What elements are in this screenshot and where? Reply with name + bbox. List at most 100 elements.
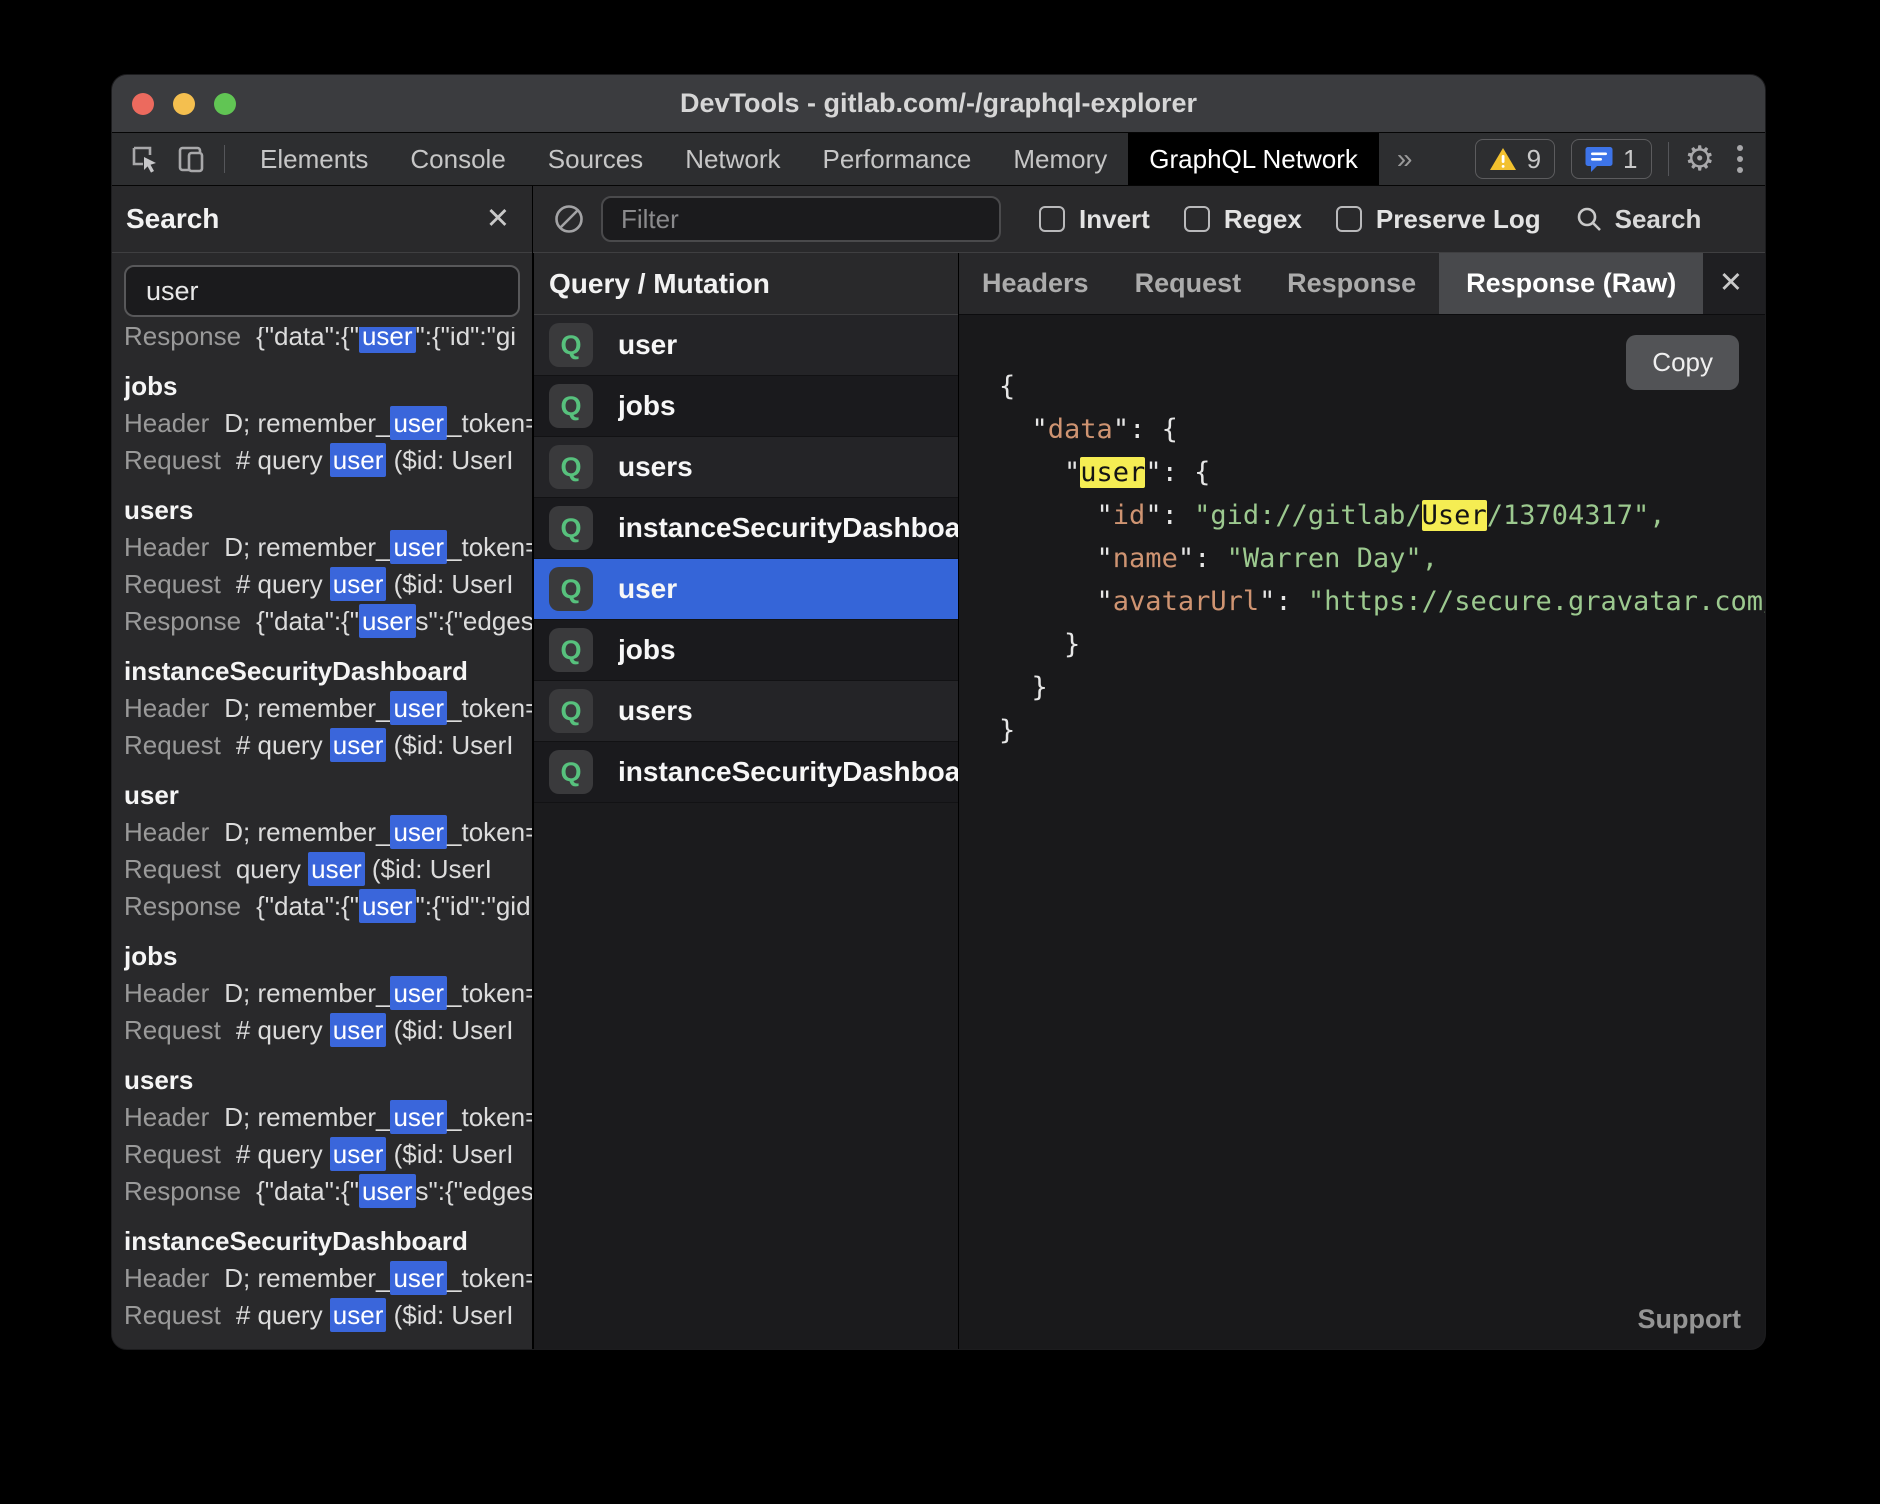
close-detail-icon[interactable]: ✕ (1719, 269, 1743, 298)
devtools-tab[interactable]: Elements (239, 133, 389, 185)
devtools-tab[interactable]: Sources (527, 133, 664, 185)
query-row[interactable]: Q instanceSecurityDashboard (534, 742, 958, 803)
inspect-element-icon[interactable] (130, 144, 160, 174)
result-text: {"data":{"user":{"id":"gid (256, 891, 530, 922)
json-line: "avatarUrl": "https://secure.gravatar.co… (999, 580, 1765, 623)
search-result-line[interactable]: Response {"data":{"users":{"edges (124, 1173, 532, 1210)
detail-tabs: HeadersRequestResponseResponse (Raw) ✕ (959, 253, 1765, 315)
issues-badge[interactable]: 1 (1571, 139, 1651, 179)
query-type-badge: Q (549, 445, 593, 489)
result-text: # query user ($id: UserI (236, 730, 514, 761)
json-line: } (999, 709, 1765, 752)
settings-gear-icon[interactable]: ⚙ (1685, 142, 1715, 176)
result-text: D; remember_user_token=e (224, 408, 532, 439)
search-result-line[interactable]: Request # query user ($id: UserI (124, 1136, 532, 1173)
detail-tab[interactable]: Headers (959, 253, 1112, 314)
json-line: } (999, 623, 1765, 666)
devtools-tab[interactable]: Network (664, 133, 801, 185)
query-row[interactable]: Q users (534, 437, 958, 498)
query-row[interactable]: Q user (534, 315, 958, 376)
network-filter-bar: Invert Regex Preserve Log Search (533, 186, 1765, 253)
title-bar: DevTools - gitlab.com/-/graphql-explorer (112, 75, 1765, 133)
search-result-line[interactable]: users (124, 492, 532, 529)
result-text: instanceSecurityDashboard (124, 656, 468, 687)
result-field-label: Request (124, 1015, 221, 1046)
devtools-tab[interactable]: Console (389, 133, 526, 185)
query-type-badge: Q (549, 750, 593, 794)
block-requests-icon[interactable] (553, 203, 585, 235)
filter-input[interactable] (601, 196, 1001, 242)
search-result-line[interactable]: user (124, 777, 532, 814)
query-row[interactable]: Q jobs (534, 620, 958, 681)
query-row[interactable]: Q instanceSecurityDashboard (534, 498, 958, 559)
result-text: # query user ($id: UserI (236, 445, 514, 476)
search-result-line[interactable]: jobs (124, 368, 532, 405)
filter-checkbox[interactable]: Preserve Log (1336, 204, 1541, 235)
search-input[interactable] (124, 265, 520, 317)
response-raw-view: Copy { "data": { "user": { "id": "gid://… (959, 315, 1765, 1349)
search-result-line[interactable]: Response {"data":{"user":{"id":"gi (124, 327, 532, 355)
network-search-button[interactable]: Search (1575, 204, 1702, 235)
search-result-line[interactable]: Header D; remember_user_token=e (124, 529, 532, 566)
json-line: "user": { (999, 451, 1765, 494)
search-result-line[interactable]: instanceSecurityDashboard (124, 1223, 532, 1260)
checkbox-label: Invert (1079, 204, 1150, 235)
query-row[interactable]: Q jobs (534, 376, 958, 437)
filter-checkbox[interactable]: Regex (1184, 204, 1302, 235)
search-result-line[interactable]: Header D; remember_user_token=e (124, 405, 532, 442)
support-link[interactable]: Support (1638, 1304, 1741, 1335)
result-text: users (124, 1065, 193, 1096)
result-text: instanceSecurityDashboard (124, 1226, 468, 1257)
kebab-menu-icon[interactable] (1731, 145, 1749, 173)
search-result-line[interactable]: Request query user ($id: UserI (124, 851, 532, 888)
query-type-badge: Q (549, 384, 593, 428)
checkbox-box[interactable] (1184, 206, 1210, 232)
result-text: users (124, 495, 193, 526)
search-result-line[interactable]: Request # query user ($id: UserI (124, 442, 532, 479)
search-result-line[interactable]: instanceSecurityDashboard (124, 653, 532, 690)
result-text: # query user ($id: UserI (236, 1300, 514, 1331)
filter-checkbox[interactable]: Invert (1039, 204, 1150, 235)
device-toolbar-icon[interactable] (176, 144, 208, 174)
search-result-line[interactable]: Request # query user ($id: UserI (124, 1297, 532, 1334)
result-field-label: Header (124, 408, 209, 439)
query-row[interactable]: Q users (534, 681, 958, 742)
search-result-line[interactable]: Header D; remember_user_token=e (124, 1099, 532, 1136)
search-result-line[interactable]: Request # query user ($id: UserI (124, 1012, 532, 1049)
devtools-tab[interactable]: GraphQL Network (1128, 133, 1379, 185)
query-type-badge: Q (549, 628, 593, 672)
search-result-line[interactable]: Request # query user ($id: UserI (124, 566, 532, 603)
warnings-badge[interactable]: 9 (1475, 139, 1555, 179)
result-text: {"data":{"users":{"edges (256, 1176, 532, 1207)
result-text: {"data":{"users":{"edges (256, 606, 532, 637)
search-result-line[interactable]: users (124, 1062, 532, 1099)
copy-button[interactable]: Copy (1626, 335, 1739, 390)
detail-tab[interactable]: Response (Raw) (1439, 253, 1703, 314)
devtools-tab[interactable]: Memory (992, 133, 1128, 185)
search-result-line[interactable]: Request # query user ($id: UserI (124, 727, 532, 764)
query-row[interactable]: Q user (534, 559, 958, 620)
detail-tab[interactable]: Response (1264, 253, 1439, 314)
result-field-label: Header (124, 978, 209, 1009)
json-line: } (999, 666, 1765, 709)
checkbox-box[interactable] (1336, 206, 1362, 232)
result-field-label: Request (124, 730, 221, 761)
more-tabs-button[interactable]: » (1379, 133, 1431, 185)
search-result-line[interactable]: Response {"data":{"users":{"edges (124, 603, 532, 640)
devtools-tab[interactable]: Performance (802, 133, 993, 185)
search-result-line[interactable]: Header D; remember_user_token=e (124, 975, 532, 1012)
search-result-line[interactable]: Header D; remember_user_token=e (124, 1260, 532, 1297)
result-text: D; remember_user_token=e (224, 978, 532, 1009)
query-name: instanceSecurityDashboard (618, 756, 958, 788)
detail-tab[interactable]: Request (1112, 253, 1265, 314)
search-result-line[interactable]: jobs (124, 938, 532, 975)
search-result-line[interactable]: Header D; remember_user_token=e (124, 814, 532, 851)
devtools-tabbar: ElementsConsoleSourcesNetworkPerformance… (112, 133, 1765, 186)
query-type-badge: Q (549, 323, 593, 367)
result-text: D; remember_user_token=e (224, 1102, 532, 1133)
search-result-line[interactable]: Response {"data":{"user":{"id":"gid (124, 888, 532, 925)
result-field-label: Request (124, 854, 221, 885)
checkbox-box[interactable] (1039, 206, 1065, 232)
search-result-line[interactable]: Header D; remember_user_token=e (124, 690, 532, 727)
close-search-panel-icon[interactable]: ✕ (486, 205, 510, 234)
